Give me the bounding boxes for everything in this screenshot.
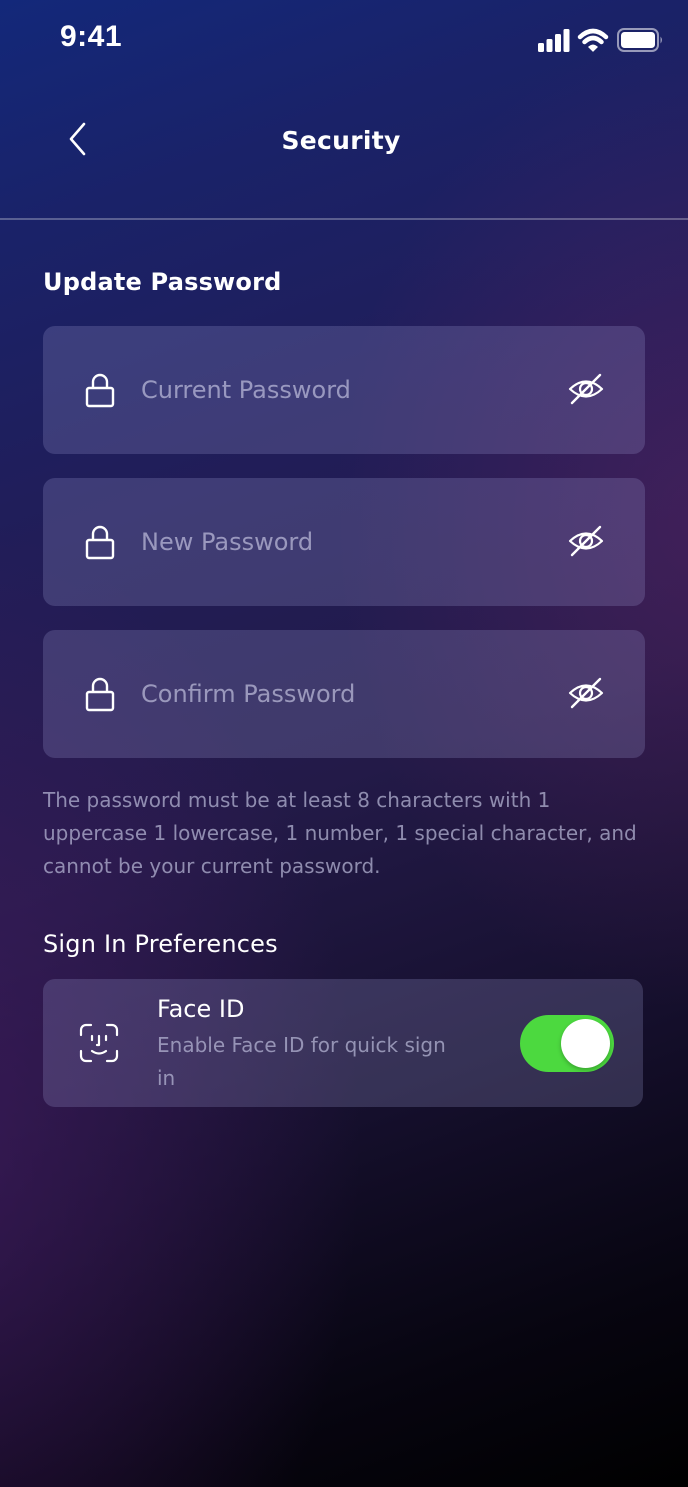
nav-bar: Security xyxy=(0,92,688,220)
lock-icon xyxy=(85,525,115,560)
current-password-input[interactable] xyxy=(141,364,541,416)
lock-icon xyxy=(85,373,115,408)
lock-icon xyxy=(85,677,115,712)
eye-off-icon[interactable] xyxy=(567,372,605,406)
face-id-description: Enable Face ID for quick sign in xyxy=(157,1033,446,1090)
eye-off-icon[interactable] xyxy=(567,676,605,710)
password-requirements-hint: The password must be at least 8 characte… xyxy=(43,788,637,878)
page-title: Security xyxy=(281,126,401,155)
face-id-card: Face ID Enable Face ID for quick sign in xyxy=(43,979,643,1107)
cellular-signal-icon xyxy=(538,29,570,52)
toggle-knob xyxy=(561,1019,610,1068)
face-id-title: Face ID xyxy=(157,995,245,1023)
face-id-icon xyxy=(79,1023,119,1063)
status-bar: 9:41 xyxy=(0,0,688,80)
eye-off-icon[interactable] xyxy=(567,524,605,558)
confirm-password-field xyxy=(43,630,645,758)
new-password-field xyxy=(43,478,645,606)
status-time: 9:41 xyxy=(60,20,123,53)
current-password-field xyxy=(43,326,645,454)
wifi-icon xyxy=(577,28,609,52)
battery-icon xyxy=(617,28,662,52)
confirm-password-input[interactable] xyxy=(141,668,541,720)
update-password-heading: Update Password xyxy=(43,268,282,296)
status-icons xyxy=(538,28,662,52)
new-password-input[interactable] xyxy=(141,516,541,568)
face-id-toggle[interactable] xyxy=(520,1015,614,1072)
sign-in-preferences-heading: Sign In Preferences xyxy=(43,930,278,958)
